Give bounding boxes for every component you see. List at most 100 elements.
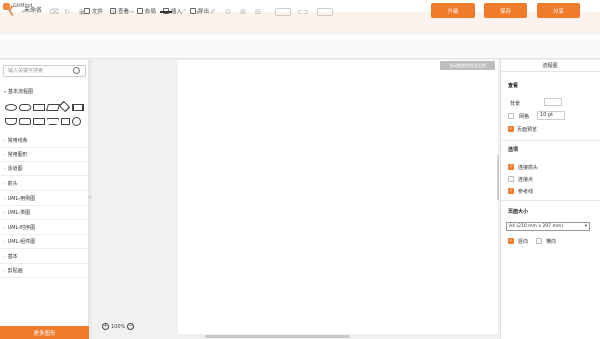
section-clipart[interactable]: › 剪贴画	[0, 264, 89, 278]
section-swimlane[interactable]: › 泳道图	[0, 162, 89, 176]
section-label: 箭头	[7, 181, 18, 187]
line-color-icon[interactable]: ✐	[209, 8, 217, 16]
share-button[interactable]: 分享	[537, 3, 580, 18]
arrow-right-icon[interactable]: →	[127, 8, 135, 16]
link-icon[interactable]: ⊂⊃	[296, 8, 310, 16]
chevron-right-icon: ›	[4, 181, 6, 186]
section-lines[interactable]: › 常用线条	[0, 134, 89, 148]
app-window: GitMind ❮ 未命名 文件 查看 布局 插入 导出 升级 保存 分享 ✎ …	[0, 0, 600, 339]
zoom-control: + 100% −	[100, 322, 136, 331]
chevron-right-icon: ›	[4, 225, 6, 230]
section-label: 常用线条	[7, 138, 28, 144]
divider	[500, 200, 600, 201]
more-shapes-button[interactable]: 更多图形	[0, 326, 89, 339]
view-section-title: 查看	[508, 83, 519, 89]
section-label: 基本流程图	[8, 88, 34, 95]
fit-page-button[interactable]: 自动缩放到合适比例	[440, 61, 495, 70]
redo-icon[interactable]: ↷	[34, 8, 42, 16]
section-arrows[interactable]: › 箭头	[0, 177, 89, 191]
section-common-shapes[interactable]: › 常用图形	[0, 148, 89, 162]
shape-circle[interactable]	[72, 117, 81, 126]
connect-point-label: 连接点	[518, 177, 534, 183]
section-uml-class[interactable]: › UML-类图	[0, 206, 89, 220]
line-width-box[interactable]	[275, 8, 291, 16]
zoom-out-icon[interactable]: −	[127, 323, 135, 330]
shape-document[interactable]	[5, 118, 17, 125]
waypoint-icon[interactable]: ⤢	[179, 8, 187, 16]
guide-line-checkbox[interactable]: ✓	[508, 188, 514, 194]
shape-terminator[interactable]	[19, 104, 31, 111]
arrow-left-icon[interactable]: ←	[111, 8, 119, 16]
chevron-right-icon: ›	[4, 196, 6, 201]
shape-process[interactable]	[33, 104, 45, 111]
section-label: 泳道图	[7, 166, 23, 172]
landscape-label: 横向	[546, 239, 557, 245]
search-icon[interactable]	[73, 67, 80, 74]
portrait-label: 竖向	[518, 239, 529, 245]
chevron-right-icon: ›	[4, 254, 6, 259]
page-preview-checkbox[interactable]: ✓	[508, 126, 514, 132]
chevron-down-icon: ▾	[584, 224, 587, 229]
bring-front-icon[interactable]: ▣	[78, 8, 86, 16]
section-label: 基本	[7, 254, 18, 260]
opacity-box[interactable]	[317, 8, 333, 16]
page-size-value: A4 (210 mm x 297 mm)	[509, 224, 563, 229]
page-size-section-title: 页面大小	[508, 209, 529, 215]
properties-tab[interactable]: 流程图	[500, 60, 600, 72]
connect-arrow-checkbox[interactable]: ✓	[508, 164, 514, 170]
page-size-select[interactable]: A4 (210 mm x 297 mm) ▾	[506, 222, 590, 231]
horizontal-scrollbar[interactable]	[205, 335, 350, 338]
grid-size-input[interactable]: 10 pt	[537, 111, 565, 120]
section-label: 常用图形	[7, 152, 28, 158]
background-color-swatch[interactable]	[544, 98, 562, 106]
fill-color-icon[interactable]: ◈	[194, 8, 202, 16]
zoom-level: 100%	[111, 323, 126, 330]
delete-icon[interactable]: ⌫	[49, 8, 59, 16]
line-straight-icon[interactable]	[160, 11, 172, 13]
section-label: UML-类图	[7, 210, 31, 216]
chevron-right-icon: ›	[4, 152, 6, 157]
section-uml-usecase[interactable]: › UML-用例图	[0, 192, 89, 206]
chevron-right-icon: ›	[4, 166, 6, 171]
section-label: UML-时序图	[7, 225, 36, 231]
chevron-right-icon: ›	[4, 268, 6, 273]
line-style-icon[interactable]: ≡	[143, 8, 151, 16]
grid-label: 网格	[519, 114, 530, 120]
portrait-radio[interactable]: ✓	[508, 238, 514, 244]
section-label: UML-用例图	[7, 196, 36, 202]
landscape-radio[interactable]	[536, 238, 542, 244]
drawing-page[interactable]	[178, 60, 498, 334]
section-uml-component[interactable]: › UML-组件图	[0, 235, 89, 249]
shape-card[interactable]	[61, 118, 70, 125]
page-preview-label: 页面预览	[517, 127, 538, 133]
vertical-scrollbar[interactable]	[497, 155, 499, 200]
grid-checkbox[interactable]	[508, 113, 514, 119]
connect-arrow-label: 连接箭头	[518, 165, 539, 171]
send-back-icon[interactable]: ▢	[93, 8, 101, 16]
chevron-right-icon: ›	[4, 239, 6, 244]
rotate-icon[interactable]: ↻	[63, 8, 71, 16]
format-painter-icon[interactable]: ✎	[6, 8, 14, 16]
undo-icon[interactable]: ↶	[20, 8, 28, 16]
section-label: UML-组件图	[7, 239, 36, 245]
shape-internal-storage[interactable]	[33, 118, 45, 125]
connect-point-checkbox[interactable]	[508, 176, 514, 182]
section-uml-sequence[interactable]: › UML-时序图	[0, 221, 89, 235]
ungroup-icon[interactable]: ⊟	[254, 8, 262, 16]
shape-ellipse[interactable]	[5, 104, 17, 111]
lock-icon[interactable]: ⊡	[224, 8, 232, 16]
zoom-in-icon[interactable]: +	[102, 323, 109, 330]
group-icon[interactable]: ⊞	[239, 8, 247, 16]
section-label: 剪贴画	[7, 268, 23, 274]
divider	[500, 140, 600, 141]
shape-manual-op[interactable]	[19, 118, 31, 125]
chevron-right-icon: ›	[4, 210, 6, 215]
upgrade-button[interactable]: 升级	[431, 3, 475, 18]
section-basic[interactable]: › 基本	[0, 250, 89, 264]
shape-predefined[interactable]	[72, 104, 84, 111]
chevron-down-icon: ▾	[4, 88, 7, 94]
save-button[interactable]: 保存	[484, 3, 527, 18]
background-label: 背景	[510, 101, 521, 107]
section-basic-flowchart[interactable]: ▾ 基本流程图	[0, 84, 89, 98]
options-section-title: 选项	[508, 147, 519, 153]
